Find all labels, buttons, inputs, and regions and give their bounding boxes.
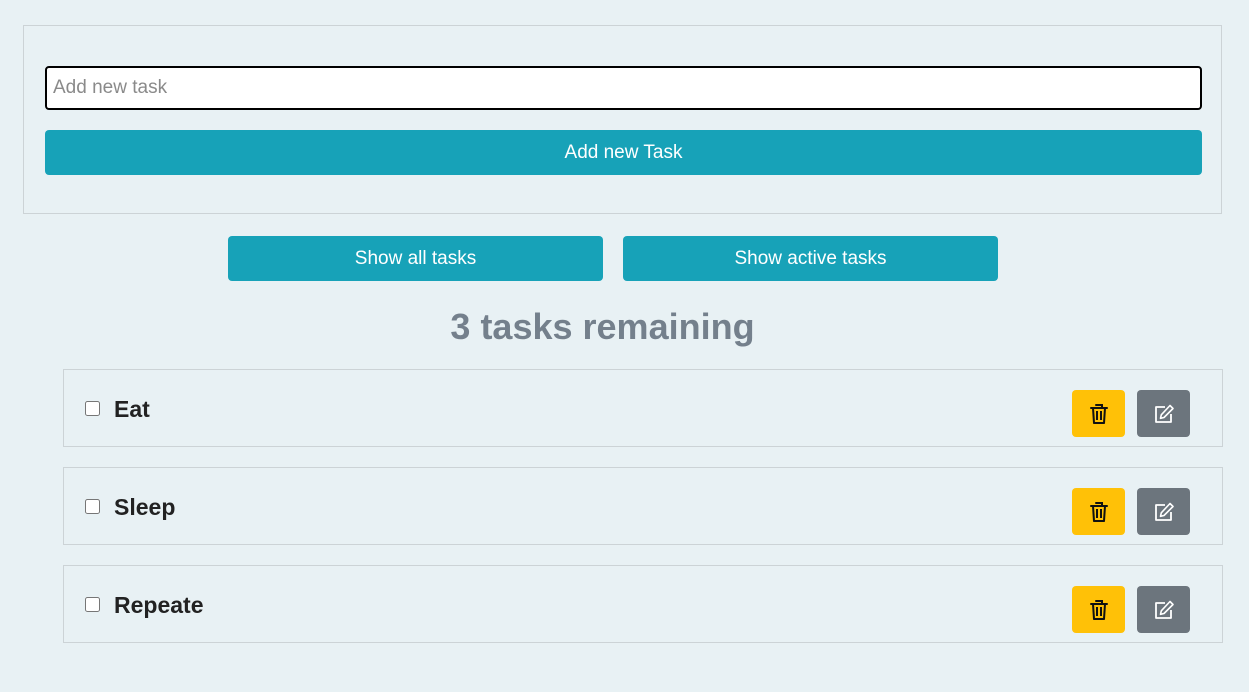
- add-task-button[interactable]: Add new Task: [45, 130, 1202, 175]
- trash-icon: [1089, 403, 1109, 425]
- pencil-square-icon: [1153, 404, 1175, 424]
- task-label: Sleep: [114, 494, 176, 520]
- task-item: Eat: [63, 369, 1223, 447]
- pencil-square-icon: [1153, 600, 1175, 620]
- show-active-tasks-button[interactable]: Show active tasks: [623, 236, 998, 281]
- delete-task-button[interactable]: [1072, 488, 1125, 535]
- task-label: Eat: [114, 396, 150, 422]
- task-item: Sleep: [63, 467, 1223, 545]
- edit-task-button[interactable]: [1137, 390, 1190, 437]
- add-task-panel: Add new Task: [23, 25, 1222, 214]
- show-all-tasks-button[interactable]: Show all tasks: [228, 236, 603, 281]
- trash-icon: [1089, 501, 1109, 523]
- task-checkbox[interactable]: [85, 499, 100, 514]
- task-item: Repeate: [63, 565, 1223, 643]
- task-checkbox[interactable]: [85, 401, 100, 416]
- edit-task-button[interactable]: [1137, 488, 1190, 535]
- task-checkbox[interactable]: [85, 597, 100, 612]
- delete-task-button[interactable]: [1072, 586, 1125, 633]
- trash-icon: [1089, 599, 1109, 621]
- task-list: Eat Sleep Repeate: [63, 369, 1223, 663]
- delete-task-button[interactable]: [1072, 390, 1125, 437]
- edit-task-button[interactable]: [1137, 586, 1190, 633]
- new-task-input[interactable]: [45, 66, 1202, 110]
- tasks-remaining-heading: 3 tasks remaining: [450, 306, 755, 347]
- task-label: Repeate: [114, 592, 204, 618]
- pencil-square-icon: [1153, 502, 1175, 522]
